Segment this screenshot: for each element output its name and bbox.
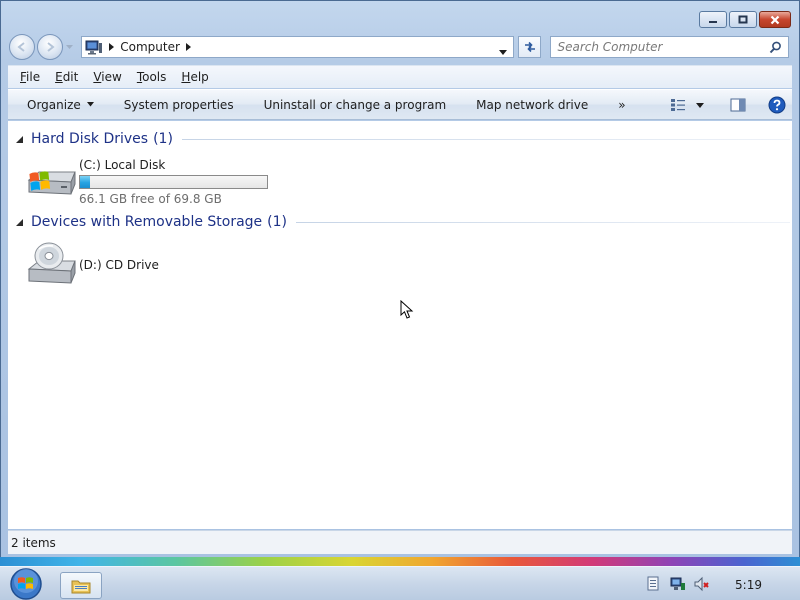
group-count: (1) — [153, 131, 173, 147]
help-button[interactable] — [768, 95, 786, 115]
close-icon — [770, 15, 780, 24]
group-title: Devices with Removable Storage — [31, 214, 263, 230]
group-divider — [181, 138, 790, 140]
more-commands-button[interactable]: » — [603, 98, 640, 112]
address-row: Computer — [9, 34, 789, 60]
taskbar: 5:19 — [0, 566, 800, 600]
nav-buttons — [9, 34, 78, 60]
drive-info: (C:) Local Disk 66.1 GB free of 69.8 GB — [79, 156, 268, 206]
back-arrow-icon — [17, 42, 25, 52]
command-bar: Organize System properties Uninstall or … — [8, 89, 792, 120]
search-box[interactable] — [550, 36, 789, 58]
minimize-icon — [709, 20, 717, 23]
refresh-button[interactable] — [517, 36, 542, 58]
close-button[interactable] — [759, 11, 791, 28]
menu-edit[interactable]: Edit — [55, 70, 78, 84]
group-hard-disk-drives[interactable]: Hard Disk Drives (1) — [8, 129, 792, 149]
back-button[interactable] — [9, 34, 35, 60]
mouse-cursor-icon — [400, 300, 414, 319]
chevron-down-icon — [696, 102, 704, 108]
drive-free-space: 66.1 GB free of 69.8 GB — [79, 192, 222, 206]
preview-pane-button[interactable] — [730, 95, 746, 115]
organize-button[interactable]: Organize — [8, 98, 109, 112]
forward-arrow-icon — [47, 42, 55, 52]
search-icon[interactable] — [769, 41, 782, 57]
breadcrumb-separator-icon[interactable] — [109, 43, 115, 51]
view-details-icon — [671, 99, 685, 111]
tray-notes-icon[interactable] — [646, 576, 662, 592]
menu-bar: File Edit View Tools Help — [8, 65, 792, 88]
collapse-triangle-icon[interactable] — [16, 135, 23, 143]
breadcrumb-arrow-icon[interactable] — [185, 43, 191, 51]
menu-view[interactable]: View — [93, 70, 121, 84]
change-view-button[interactable] — [670, 95, 686, 115]
group-removable-storage[interactable]: Devices with Removable Storage (1) — [8, 212, 792, 232]
windows-hdd-icon — [27, 171, 76, 195]
taskbar-explorer-button[interactable] — [60, 572, 102, 599]
address-bar[interactable]: Computer — [81, 36, 514, 58]
start-button[interactable] — [4, 567, 48, 600]
chevron-down-icon — [65, 44, 73, 49]
command-bar-right — [670, 95, 786, 115]
drive-usage-bar — [79, 175, 268, 189]
group-title: Hard Disk Drives — [31, 131, 149, 147]
cd-drive-icon — [27, 242, 76, 284]
group-divider — [296, 221, 790, 223]
network-icon[interactable] — [670, 576, 686, 592]
menu-help[interactable]: Help — [181, 70, 208, 84]
organize-label: Organize — [27, 97, 81, 112]
maximize-icon — [738, 15, 748, 24]
drive-c-local-disk[interactable]: (C:) Local Disk 66.1 GB free of 69.8 GB — [25, 156, 268, 206]
minimize-button[interactable] — [699, 11, 727, 28]
uninstall-program-button[interactable]: Uninstall or change a program — [249, 98, 462, 112]
chevron-down-icon — [498, 50, 507, 55]
volume-muted-icon[interactable] — [694, 576, 710, 592]
computer-icon — [85, 40, 103, 54]
breadcrumb-computer[interactable]: Computer — [120, 40, 180, 54]
menu-tools[interactable]: Tools — [137, 70, 167, 84]
forward-button[interactable] — [37, 34, 63, 60]
content-pane[interactable]: Hard Disk Drives (1) (C:) Local Disk 66.… — [8, 121, 792, 529]
system-tray — [646, 576, 710, 592]
drive-name: (D:) CD Drive — [79, 258, 159, 272]
collapse-triangle-icon[interactable] — [16, 218, 23, 226]
taskbar-accent-strip — [0, 557, 800, 566]
drive-info: (D:) CD Drive — [79, 239, 159, 287]
maximize-button[interactable] — [729, 11, 757, 28]
system-properties-button[interactable]: System properties — [109, 98, 249, 112]
recent-pages-dropdown[interactable] — [64, 44, 74, 50]
help-icon — [768, 96, 786, 114]
preview-pane-icon — [730, 98, 746, 112]
address-history-dropdown[interactable] — [498, 44, 507, 58]
item-count: 2 items — [11, 535, 56, 550]
taskbar-clock[interactable]: 5:19 — [735, 578, 762, 592]
group-count: (1) — [267, 214, 288, 230]
chevron-down-icon — [86, 102, 94, 107]
view-options-dropdown[interactable] — [696, 95, 704, 115]
folder-icon — [71, 580, 91, 593]
explorer-window: Computer File Edit View Tools Help — [0, 0, 800, 566]
drive-name: (C:) Local Disk — [79, 158, 166, 172]
refresh-icon — [524, 41, 535, 53]
drive-usage-fill — [80, 176, 90, 188]
caption-buttons — [699, 11, 791, 28]
menu-file[interactable]: File — [20, 70, 40, 84]
status-bar: 2 items — [8, 530, 792, 554]
windows-logo-icon — [10, 568, 42, 600]
drive-d-cd-drive[interactable]: (D:) CD Drive — [25, 239, 159, 287]
search-input[interactable] — [557, 40, 758, 54]
map-network-drive-button[interactable]: Map network drive — [461, 98, 603, 112]
